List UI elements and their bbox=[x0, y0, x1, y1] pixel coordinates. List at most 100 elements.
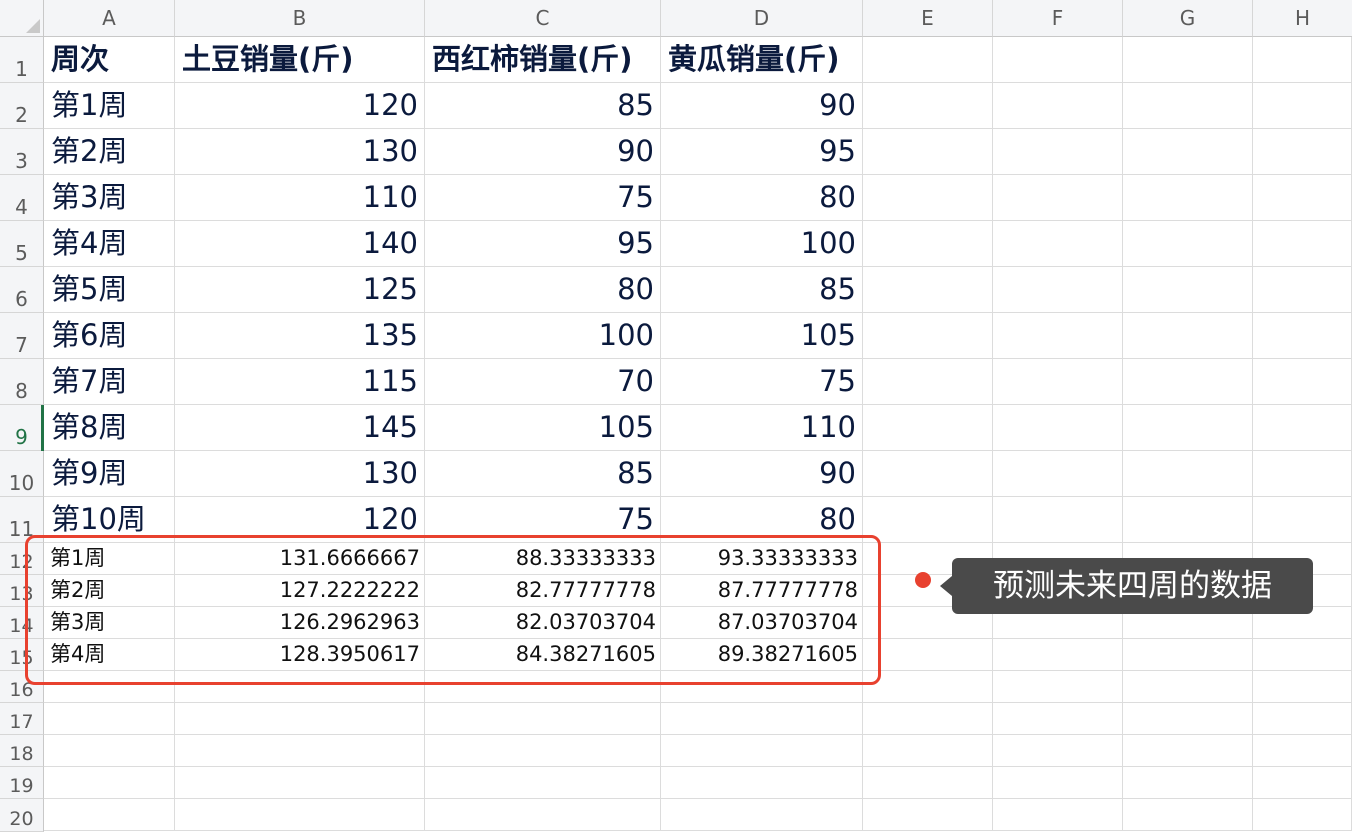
table-row-cell[interactable]: 90 bbox=[661, 451, 863, 497]
empty-cell[interactable] bbox=[661, 767, 863, 799]
empty-cell[interactable] bbox=[993, 451, 1123, 497]
empty-cell[interactable] bbox=[863, 129, 993, 175]
table-row-cell[interactable]: 80 bbox=[661, 175, 863, 221]
empty-cell[interactable] bbox=[863, 83, 993, 129]
empty-cell[interactable] bbox=[425, 703, 661, 735]
empty-cell[interactable] bbox=[425, 735, 661, 767]
empty-cell[interactable] bbox=[863, 799, 993, 831]
table-row-cell[interactable]: 第5周 bbox=[44, 267, 175, 313]
empty-cell[interactable] bbox=[1123, 799, 1253, 831]
table-row-cell[interactable]: 85 bbox=[661, 267, 863, 313]
row-header-1[interactable]: 1 bbox=[0, 37, 44, 83]
table-row-cell[interactable]: 125 bbox=[175, 267, 425, 313]
empty-cell[interactable] bbox=[1253, 799, 1352, 831]
empty-cell[interactable] bbox=[1253, 639, 1352, 671]
empty-cell[interactable] bbox=[1123, 451, 1253, 497]
empty-cell[interactable] bbox=[993, 129, 1123, 175]
table-row-cell[interactable]: 75 bbox=[425, 175, 661, 221]
empty-cell[interactable] bbox=[863, 405, 993, 451]
empty-cell[interactable] bbox=[863, 221, 993, 267]
table-row-cell[interactable]: 第6周 bbox=[44, 313, 175, 359]
table-row-cell[interactable]: 135 bbox=[175, 313, 425, 359]
empty-cell[interactable] bbox=[1253, 497, 1352, 543]
row-header-7[interactable]: 7 bbox=[0, 313, 44, 359]
empty-cell[interactable] bbox=[1123, 639, 1253, 671]
table-row-cell[interactable]: 120 bbox=[175, 83, 425, 129]
column-header-d[interactable]: D bbox=[661, 0, 863, 37]
table-row-cell[interactable]: 95 bbox=[425, 221, 661, 267]
empty-cell[interactable] bbox=[1253, 735, 1352, 767]
column-header-e[interactable]: E bbox=[863, 0, 993, 37]
table-row-cell[interactable]: 115 bbox=[175, 359, 425, 405]
table-row-cell[interactable]: 145 bbox=[175, 405, 425, 451]
row-header-20[interactable]: 20 bbox=[0, 799, 44, 832]
table-row-cell[interactable]: 第2周 bbox=[44, 129, 175, 175]
empty-cell[interactable] bbox=[1123, 267, 1253, 313]
table-row-cell[interactable]: 110 bbox=[661, 405, 863, 451]
table-row-cell[interactable]: 90 bbox=[425, 129, 661, 175]
empty-cell[interactable] bbox=[1253, 267, 1352, 313]
empty-cell[interactable] bbox=[1253, 313, 1352, 359]
table-row-cell[interactable]: 85 bbox=[425, 83, 661, 129]
empty-cell[interactable] bbox=[661, 735, 863, 767]
empty-cell[interactable] bbox=[1253, 405, 1352, 451]
empty-cell[interactable] bbox=[993, 639, 1123, 671]
empty-cell[interactable] bbox=[44, 703, 175, 735]
empty-cell[interactable] bbox=[993, 83, 1123, 129]
column-header-g[interactable]: G bbox=[1123, 0, 1253, 37]
empty-cell[interactable] bbox=[993, 359, 1123, 405]
row-header-17[interactable]: 17 bbox=[0, 703, 44, 735]
row-header-5[interactable]: 5 bbox=[0, 221, 44, 267]
empty-cell[interactable] bbox=[863, 313, 993, 359]
empty-cell[interactable] bbox=[863, 267, 993, 313]
row-header-19[interactable]: 19 bbox=[0, 767, 44, 799]
empty-cell[interactable] bbox=[175, 767, 425, 799]
cell-c1[interactable]: 西红柿销量(斤) bbox=[425, 37, 661, 83]
table-row-cell[interactable]: 70 bbox=[425, 359, 661, 405]
empty-cell[interactable] bbox=[863, 451, 993, 497]
empty-cell[interactable] bbox=[993, 175, 1123, 221]
empty-cell[interactable] bbox=[863, 703, 993, 735]
empty-cell[interactable] bbox=[1123, 497, 1253, 543]
empty-cell[interactable] bbox=[1123, 37, 1253, 83]
empty-cell[interactable] bbox=[1253, 37, 1352, 83]
empty-cell[interactable] bbox=[863, 639, 993, 671]
empty-cell[interactable] bbox=[175, 735, 425, 767]
empty-cell[interactable] bbox=[863, 359, 993, 405]
empty-cell[interactable] bbox=[1253, 671, 1352, 703]
table-row-cell[interactable]: 80 bbox=[425, 267, 661, 313]
empty-cell[interactable] bbox=[425, 799, 661, 831]
empty-cell[interactable] bbox=[175, 703, 425, 735]
column-header-c[interactable]: C bbox=[425, 0, 661, 37]
table-row-cell[interactable]: 130 bbox=[175, 451, 425, 497]
column-header-a[interactable]: A bbox=[44, 0, 175, 37]
table-row-cell[interactable]: 第7周 bbox=[44, 359, 175, 405]
table-row-cell[interactable]: 75 bbox=[661, 359, 863, 405]
table-row-cell[interactable]: 105 bbox=[661, 313, 863, 359]
column-header-f[interactable]: F bbox=[993, 0, 1123, 37]
empty-cell[interactable] bbox=[863, 497, 993, 543]
table-row-cell[interactable]: 90 bbox=[661, 83, 863, 129]
spreadsheet-grid[interactable]: A B C D E F G H 1 2 3 4 5 6 7 8 9 10 11 … bbox=[0, 0, 1352, 832]
empty-cell[interactable] bbox=[863, 735, 993, 767]
empty-cell[interactable] bbox=[1253, 767, 1352, 799]
row-header-4[interactable]: 4 bbox=[0, 175, 44, 221]
table-row-cell[interactable]: 第9周 bbox=[44, 451, 175, 497]
empty-cell[interactable] bbox=[1253, 703, 1352, 735]
empty-cell[interactable] bbox=[1123, 359, 1253, 405]
empty-cell[interactable] bbox=[1253, 221, 1352, 267]
table-row-cell[interactable]: 85 bbox=[425, 451, 661, 497]
row-header-8[interactable]: 8 bbox=[0, 359, 44, 405]
table-row-cell[interactable]: 100 bbox=[425, 313, 661, 359]
empty-cell[interactable] bbox=[993, 767, 1123, 799]
column-header-h[interactable]: H bbox=[1253, 0, 1352, 37]
empty-cell[interactable] bbox=[993, 267, 1123, 313]
empty-cell[interactable] bbox=[1123, 703, 1253, 735]
empty-cell[interactable] bbox=[1123, 83, 1253, 129]
empty-cell[interactable] bbox=[993, 405, 1123, 451]
empty-cell[interactable] bbox=[993, 497, 1123, 543]
empty-cell[interactable] bbox=[863, 767, 993, 799]
cell-b1[interactable]: 土豆销量(斤) bbox=[175, 37, 425, 83]
empty-cell[interactable] bbox=[1253, 83, 1352, 129]
select-all-corner[interactable] bbox=[0, 0, 44, 37]
